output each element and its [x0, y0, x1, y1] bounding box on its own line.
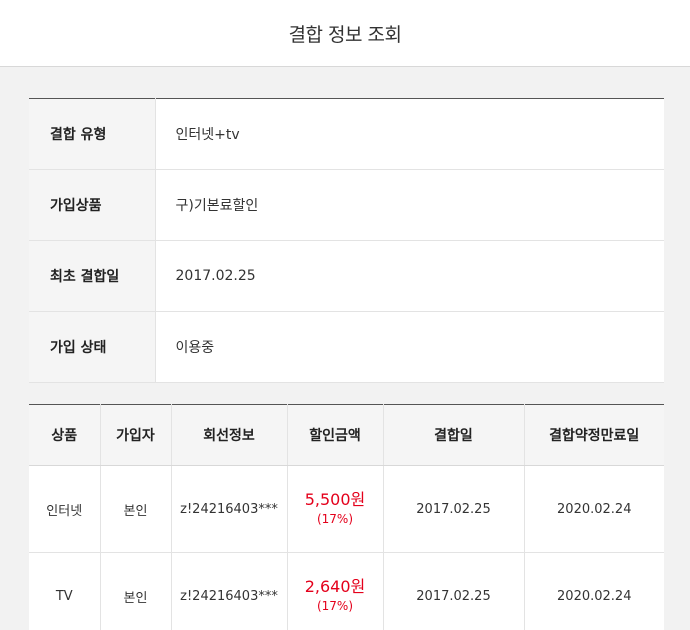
info-label: 최초 결합일 [29, 240, 156, 312]
table-row: 인터넷 본인 z!24216403*** 5,500원 (17%) 2017.0… [29, 465, 664, 553]
column-header-combination-date: 결합일 [383, 404, 525, 466]
cell-product: 인터넷 [29, 465, 101, 553]
table-header-row: 상품 가입자 회선정보 할인금액 결합일 결합약정만료일 [29, 404, 664, 466]
column-header-contract-expiry-date: 결합약정만료일 [524, 404, 664, 466]
cell-subscriber: 본인 [100, 552, 172, 630]
info-row-first-combination-date: 최초 결합일 2017.02.25 [29, 240, 664, 312]
cell-line-info: z!24216403*** [171, 465, 288, 553]
info-value: 2017.02.25 [175, 268, 256, 284]
cell-discount: 5,500원 (17%) [287, 465, 384, 553]
info-value: 이용중 [175, 340, 215, 356]
cell-combination-date: 2017.02.25 [383, 465, 525, 553]
info-label: 가입상품 [29, 169, 156, 241]
cell-product: TV [29, 552, 101, 630]
discount-amount: 5,500원 [304, 490, 366, 509]
info-row-combination-type: 결합 유형 인터넷+tv [29, 98, 664, 170]
cell-subscriber: 본인 [100, 465, 172, 553]
info-label: 결합 유형 [29, 98, 156, 170]
column-header-line-info: 회선정보 [171, 404, 288, 466]
combined-products-table: 상품 가입자 회선정보 할인금액 결합일 결합약정만료일 인터넷 본인 z!24… [29, 404, 664, 630]
info-label: 가입 상태 [29, 311, 156, 383]
discount-rate: (17%) [316, 599, 354, 613]
cell-expiry-date: 2020.02.24 [557, 501, 632, 517]
info-value: 구)기본료할인 [175, 198, 259, 214]
page-header: 결합 정보 조회 [0, 0, 690, 67]
column-header-discount-amount: 할인금액 [287, 404, 384, 466]
cell-combination-date: 2017.02.25 [383, 552, 525, 630]
main-content: 결합 유형 인터넷+tv 가입상품 구)기본료할인 최초 결합일 2017.02… [0, 67, 690, 630]
column-header-subscriber: 가입자 [100, 404, 172, 466]
column-header-product: 상품 [29, 404, 101, 466]
combination-info-table: 결합 유형 인터넷+tv 가입상품 구)기본료할인 최초 결합일 2017.02… [29, 98, 664, 383]
page-title: 결합 정보 조회 [288, 23, 402, 46]
info-value: 인터넷+tv [175, 127, 240, 143]
table-row: TV 본인 z!24216403*** 2,640원 (17%) 2017.02… [29, 552, 664, 630]
discount-rate: (17%) [316, 512, 354, 526]
cell-expiry-date: 2020.02.24 [557, 588, 632, 604]
info-row-subscription-status: 가입 상태 이용중 [29, 311, 664, 383]
info-row-subscribed-product: 가입상품 구)기본료할인 [29, 169, 664, 241]
cell-discount: 2,640원 (17%) [287, 552, 384, 630]
cell-line-info: z!24216403*** [171, 552, 288, 630]
discount-amount: 2,640원 [304, 577, 366, 596]
